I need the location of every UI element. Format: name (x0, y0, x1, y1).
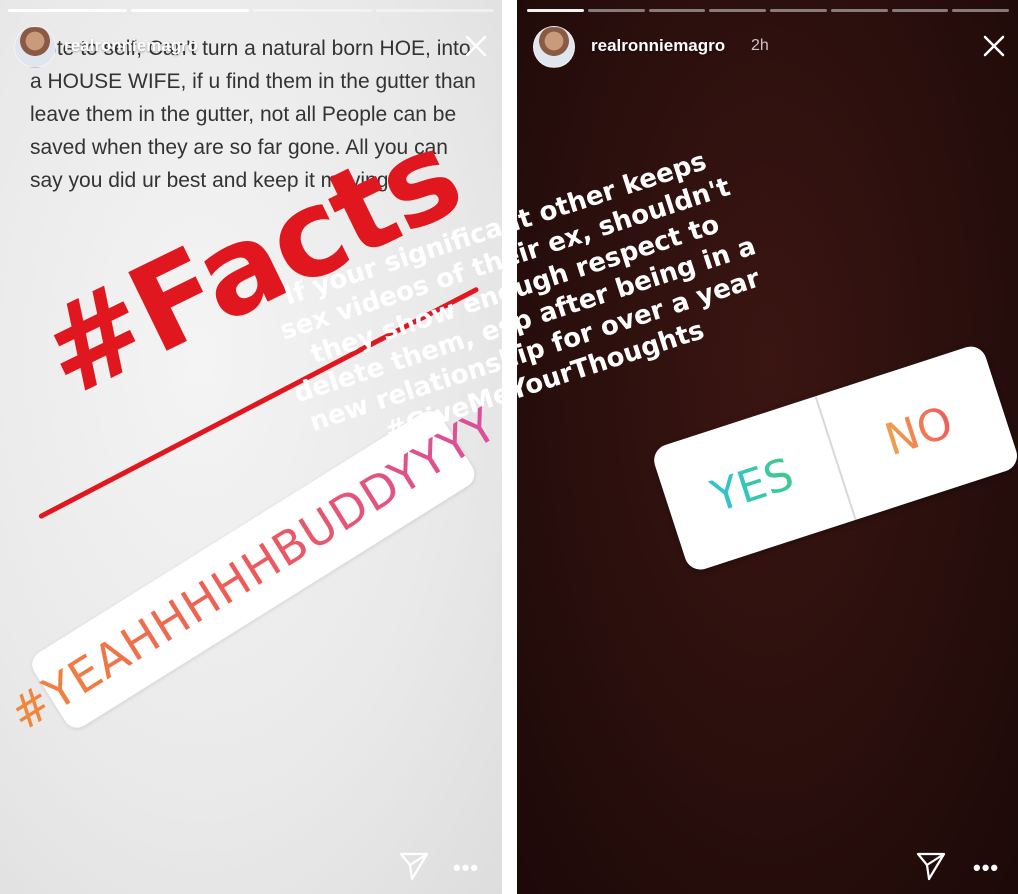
hashtag-text: #YEAHHHHHBUDDYYYY (0, 397, 502, 741)
avatar[interactable] (533, 26, 575, 68)
send-icon[interactable] (915, 850, 947, 882)
progress-segment (375, 9, 494, 12)
progress-segment (709, 9, 766, 12)
poll-yes-label: YES (705, 448, 800, 523)
avatar[interactable] (14, 26, 56, 68)
timestamp: 2h (751, 37, 769, 54)
poll-no-label: NO (878, 396, 959, 466)
more-icon[interactable]: ••• (453, 857, 479, 879)
progress-segment (891, 9, 949, 12)
story-panel-left[interactable]: Note to self, Can't turn a natural born … (0, 0, 502, 894)
progress-segment (952, 9, 1009, 12)
close-icon[interactable] (981, 33, 1007, 59)
progress-segment (527, 9, 584, 12)
send-icon[interactable] (398, 850, 430, 882)
more-icon[interactable]: ••• (973, 857, 999, 879)
username[interactable]: realronniemagro (591, 36, 725, 56)
hashtag-sticker: #YEAHHHHHBUDDYYYY (0, 397, 502, 741)
progress-segment (8, 9, 127, 12)
progress-segment (587, 9, 645, 12)
close-icon[interactable] (463, 33, 489, 59)
story-progress-bar (527, 9, 1009, 12)
progress-segment (130, 9, 249, 12)
progress-segment (253, 9, 372, 12)
username[interactable]: realronniemagro (64, 36, 198, 56)
story-progress-bar (8, 9, 494, 12)
progress-segment (648, 9, 706, 12)
progress-segment (830, 9, 888, 12)
progress-segment (770, 9, 827, 12)
